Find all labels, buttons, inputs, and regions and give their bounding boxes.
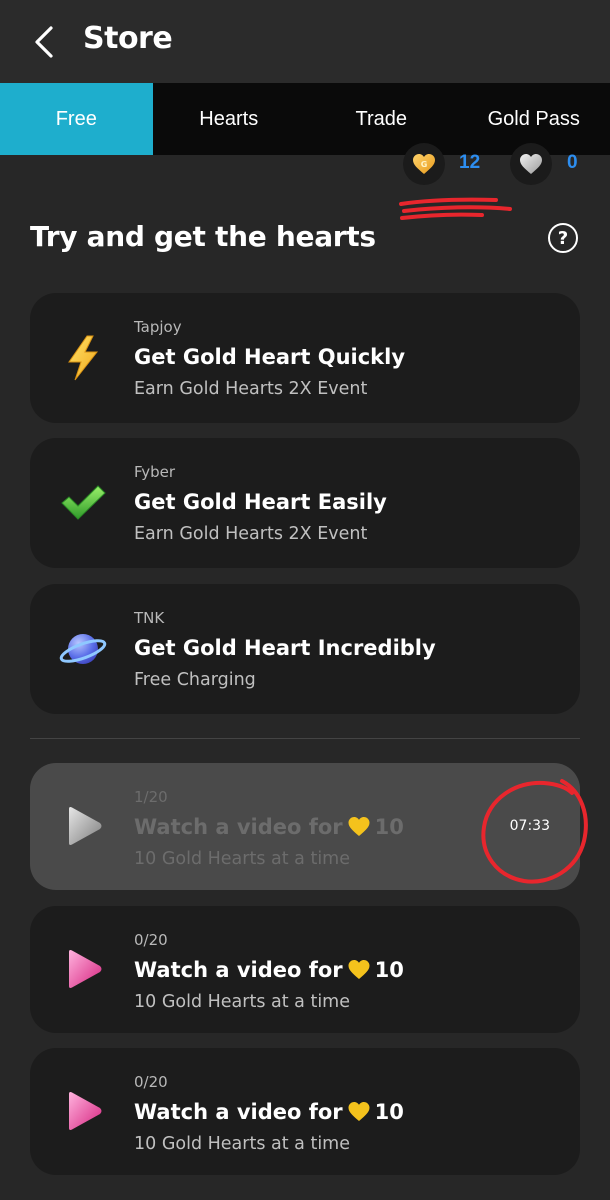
planet-icon [58, 624, 108, 674]
video-title-text: Watch a video for [134, 815, 343, 839]
offer-provider: TNK [134, 609, 165, 627]
section-title: Try and get the hearts [30, 220, 376, 253]
offer-subtitle: Earn Gold Hearts 2X Event [134, 524, 368, 544]
video-title-text: Watch a video for [134, 958, 343, 982]
offer-provider: Tapjoy [134, 318, 182, 336]
play-icon [58, 944, 108, 994]
play-icon [58, 801, 108, 851]
video-card-2[interactable]: 0/20 Watch a video for 10 10 Gold Hearts … [30, 906, 580, 1033]
gold-heart-icon: G [413, 154, 435, 174]
video-progress: 0/20 [134, 1073, 168, 1091]
offer-provider: Fyber [134, 463, 176, 481]
check-icon [58, 478, 108, 528]
silver-heart-icon [520, 154, 542, 174]
play-icon [58, 1086, 108, 1136]
lightning-icon [58, 333, 108, 383]
back-arrow-icon [35, 26, 53, 58]
video-title-amount: 10 [374, 1100, 404, 1124]
divider [30, 738, 580, 739]
offer-subtitle: Free Charging [134, 670, 256, 690]
video-subtitle: 10 Gold Hearts at a time [134, 992, 350, 1012]
video-card-3[interactable]: 0/20 Watch a video for 10 10 Gold Hearts … [30, 1048, 580, 1175]
heart-balance: G 12 0 [0, 143, 610, 191]
gold-heart-count: 12 [459, 152, 481, 173]
svg-text:G: G [421, 160, 428, 169]
offer-subtitle: Earn Gold Hearts 2X Event [134, 379, 368, 399]
silver-heart-count: 0 [567, 152, 578, 173]
offer-title: Get Gold Heart Incredibly [134, 636, 436, 660]
question-icon: ? [557, 227, 569, 249]
video-progress: 1/20 [134, 788, 168, 806]
video-progress: 0/20 [134, 931, 168, 949]
offer-title: Get Gold Heart Quickly [134, 345, 406, 369]
video-title: Watch a video for 10 [134, 958, 404, 982]
gold-heart-icon [348, 816, 370, 837]
gold-heart-icon [348, 959, 370, 980]
annotation-circle [481, 779, 588, 884]
video-title: Watch a video for 10 [134, 815, 404, 839]
silver-heart-coin [510, 143, 552, 185]
page-title: Store [83, 21, 173, 56]
video-title-amount: 10 [374, 958, 404, 982]
video-subtitle: 10 Gold Hearts at a time [134, 849, 350, 869]
help-button[interactable]: ? [548, 223, 578, 253]
video-subtitle: 10 Gold Hearts at a time [134, 1134, 350, 1154]
offer-card-fyber[interactable]: Fyber Get Gold Heart Easily Earn Gold He… [30, 438, 580, 568]
video-title-text: Watch a video for [134, 1100, 343, 1124]
offer-title: Get Gold Heart Easily [134, 490, 387, 514]
gold-heart-coin: G [403, 143, 445, 185]
video-title-amount: 10 [374, 815, 404, 839]
offer-card-tnk[interactable]: TNK Get Gold Heart Incredibly Free Charg… [30, 584, 580, 714]
section-header: Try and get the hearts ? [30, 218, 580, 262]
app-header: Store [0, 0, 610, 83]
video-title: Watch a video for 10 [134, 1100, 404, 1124]
offer-card-tapjoy[interactable]: Tapjoy Get Gold Heart Quickly Earn Gold … [30, 293, 580, 423]
back-button[interactable] [26, 22, 62, 62]
gold-heart-icon [348, 1101, 370, 1122]
